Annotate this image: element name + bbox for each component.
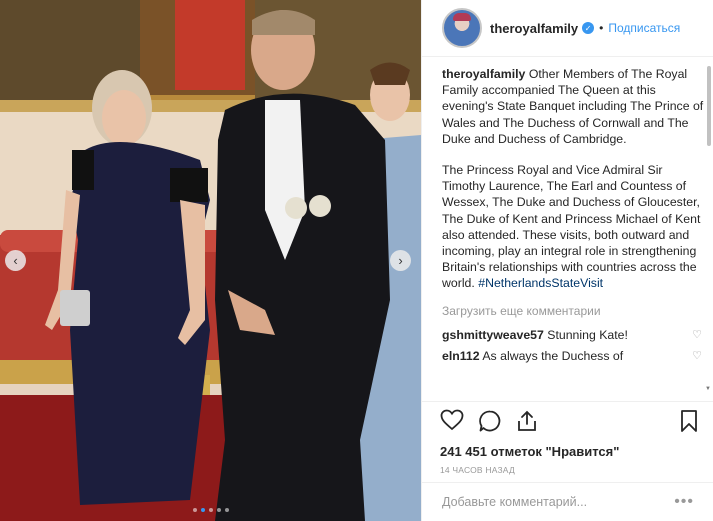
share-button[interactable]: [516, 409, 538, 438]
follow-button[interactable]: Подписаться: [608, 21, 680, 35]
account-name-link[interactable]: theroyalfamily: [490, 21, 578, 36]
verified-badge-icon: ✓: [582, 22, 595, 34]
save-button[interactable]: [680, 409, 698, 438]
comments-list[interactable]: theroyalfamily Other Members of The Roya…: [442, 66, 704, 401]
carousel-dot: [192, 508, 197, 512]
post-header: theroyalfamily ✓ • Подписаться: [422, 0, 713, 57]
header-separator: •: [599, 21, 604, 35]
carousel-dot: [216, 508, 221, 512]
post-photo[interactable]: ‹ ›: [0, 0, 421, 521]
heart-icon: [440, 409, 464, 431]
add-comment-input[interactable]: Добавьте комментарий...: [442, 495, 674, 509]
comments-scrollbar-thumb[interactable]: [707, 66, 711, 146]
more-options-icon[interactable]: •••: [674, 493, 694, 511]
caption: theroyalfamily Other Members of The Roya…: [442, 66, 704, 292]
chevron-right-icon: ›: [398, 253, 403, 268]
caption-text-2: The Princess Royal and Vice Admiral Sir …: [442, 163, 701, 291]
caption-author-link[interactable]: theroyalfamily: [442, 67, 525, 81]
comment-text: As always the Duchess of: [482, 348, 624, 363]
avatar[interactable]: [442, 8, 482, 48]
carousel-next-button[interactable]: ›: [390, 250, 411, 271]
carousel-dot: [200, 508, 205, 512]
load-more-comments-button[interactable]: Загрузить еще комментарии: [442, 304, 704, 324]
share-icon: [518, 410, 536, 431]
hashtag-link[interactable]: #NetherlandsStateVisit: [478, 276, 603, 290]
add-comment-bar: Добавьте комментарий... •••: [422, 482, 713, 521]
chevron-left-icon: ‹: [13, 253, 18, 268]
comment-like-icon[interactable]: ♡: [692, 349, 702, 362]
carousel-indicator: [0, 508, 421, 512]
comment-text: Stunning Kate!: [547, 327, 628, 342]
comment-button[interactable]: [478, 409, 502, 438]
scroll-down-arrow-icon[interactable]: ▼: [705, 386, 711, 392]
post-sidebar: theroyalfamily ✓ • Подписаться theroyalf…: [421, 0, 713, 521]
post-timestamp: 14 ЧАСОВ НАЗАД: [440, 465, 515, 475]
carousel-dot: [208, 508, 213, 512]
action-bar: 241 451 отметок "Нравится" 14 ЧАСОВ НАЗА…: [422, 401, 713, 475]
comment-bubble-icon: [479, 410, 501, 432]
comment-author-link[interactable]: gshmittyweave57: [442, 328, 544, 342]
carousel-dot: [224, 508, 229, 512]
comment-item: eln112 As always the Duchess of ♡: [442, 345, 704, 366]
bookmark-icon: [681, 410, 697, 432]
comment-author-link[interactable]: eln112: [442, 349, 480, 363]
comment-item: gshmittyweave57 Stunning Kate! ♡: [442, 324, 704, 345]
likes-count[interactable]: 241 451 отметок "Нравится": [440, 444, 696, 462]
comment-like-icon[interactable]: ♡: [692, 328, 702, 341]
carousel-prev-button[interactable]: ‹: [5, 250, 26, 271]
like-button[interactable]: [440, 409, 464, 436]
photo-illustration: [0, 0, 421, 521]
